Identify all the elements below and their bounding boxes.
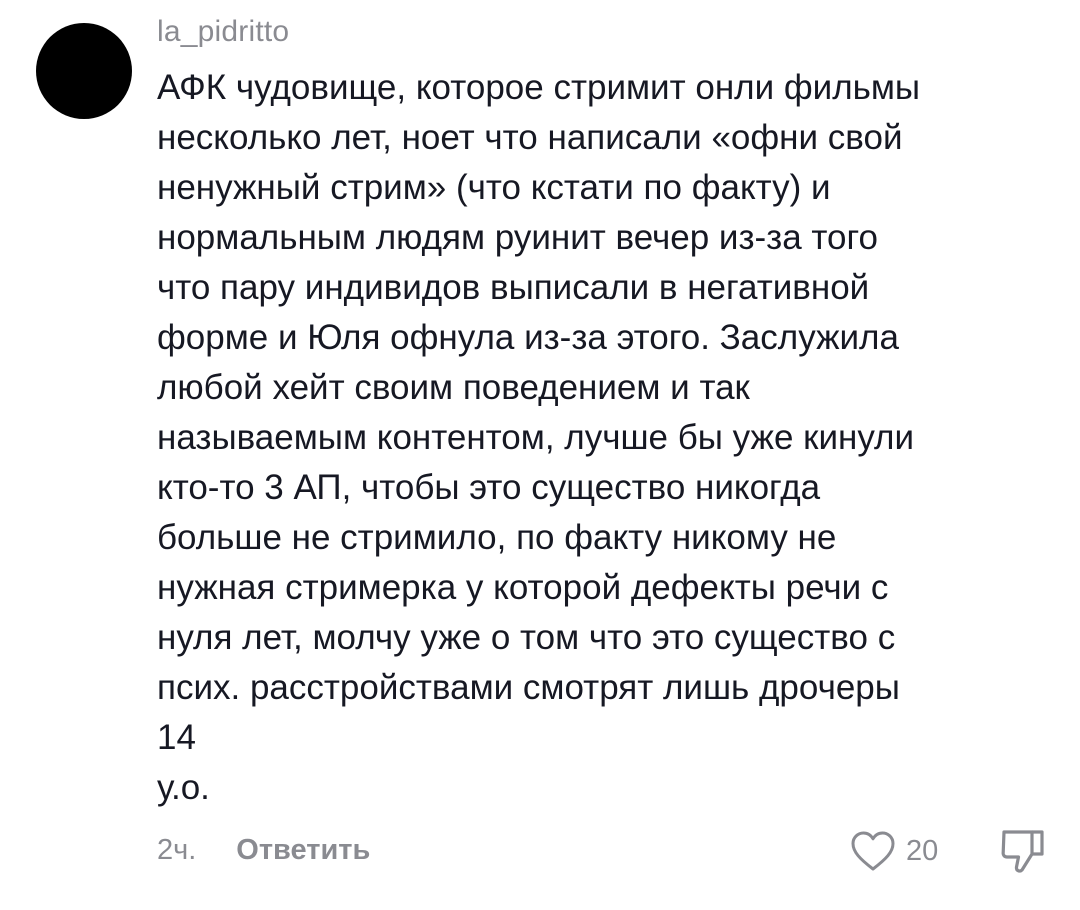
comment: la_pidritto АФК чудовище, которое стрими… — [0, 0, 1080, 910]
reply-button[interactable]: Ответить — [236, 834, 370, 867]
avatar[interactable] — [36, 23, 132, 119]
dislike-button[interactable] — [998, 826, 1048, 876]
comment-username[interactable]: la_pidritto — [157, 14, 289, 50]
comment-meta: 2ч. Ответить — [157, 828, 370, 872]
comment-time: 2ч. — [157, 833, 197, 866]
heart-outline-icon — [851, 831, 895, 871]
like-count: 20 — [906, 834, 939, 867]
comment-text: АФК чудовище, которое стримит онли фильм… — [157, 68, 921, 807]
like-button[interactable]: 20 — [850, 828, 938, 874]
thumbs-down-outline-icon — [1001, 830, 1044, 873]
